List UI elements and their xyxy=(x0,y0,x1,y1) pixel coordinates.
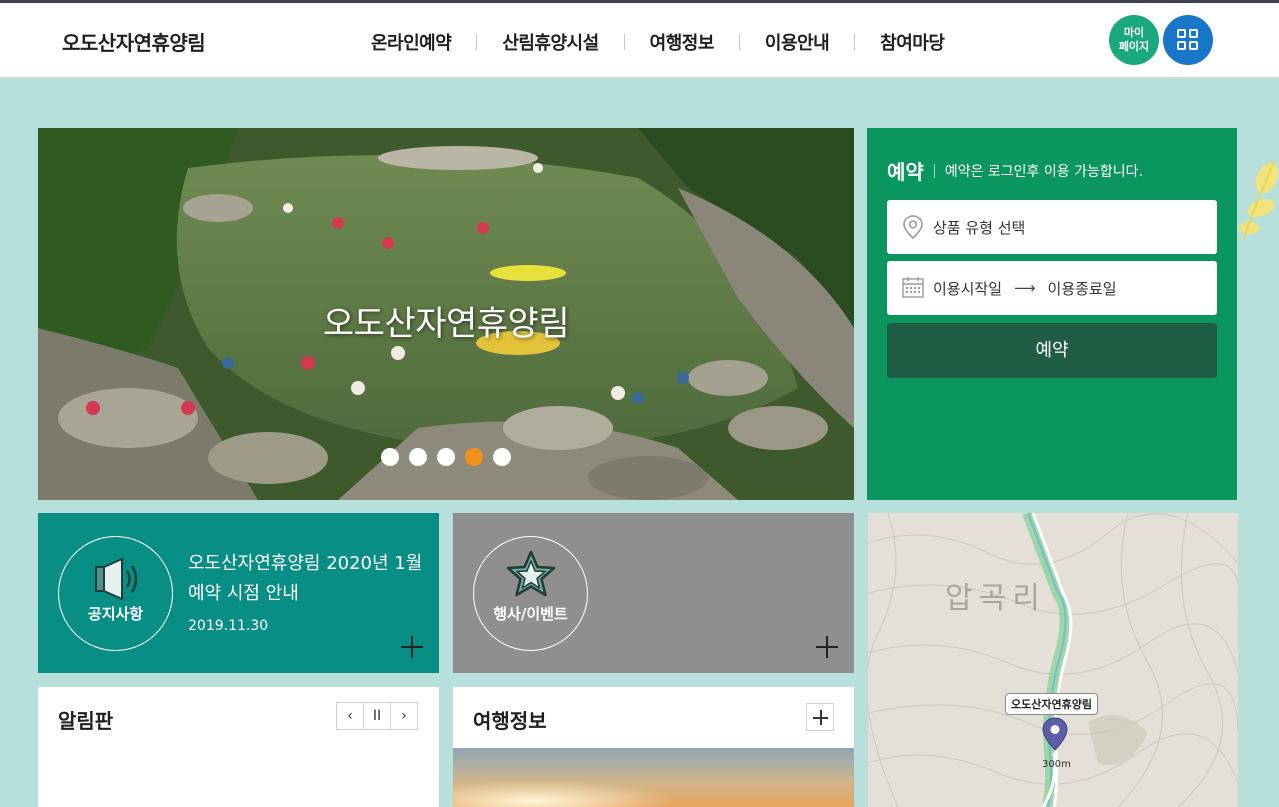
slide-dot-1[interactable] xyxy=(381,448,399,466)
travel-info-panel: 여행정보 xyxy=(453,687,854,807)
slide-dot-3[interactable] xyxy=(437,448,455,466)
reserve-submit-button[interactable]: 예약 xyxy=(887,323,1217,378)
travel-more-plus-icon[interactable] xyxy=(806,703,834,731)
bulletin-board-title: 알림판 xyxy=(58,709,114,733)
location-pin-icon xyxy=(901,214,925,244)
map-pin-icon[interactable] xyxy=(1042,717,1068,755)
hero-title: 오도산자연휴양림 xyxy=(322,304,570,344)
reservation-note: 예약은 로그인후 이용 가능합니다. xyxy=(944,163,1143,180)
map-area-label: 압곡리 xyxy=(945,581,1046,616)
nav-item-online-reservation[interactable]: 온라인예약 xyxy=(346,29,476,55)
star-icon xyxy=(505,549,557,603)
board-next-button[interactable]: › xyxy=(390,702,418,730)
map-pin-label: 오도산자연휴양림 xyxy=(1005,693,1098,715)
reservation-title: 예약 xyxy=(887,160,924,184)
map-scale: 300m xyxy=(1042,759,1071,770)
date-arrow: ⟶ xyxy=(1014,279,1036,297)
board-controls: ‹ II › xyxy=(336,702,418,730)
nav-item-travel-info[interactable]: 여행정보 xyxy=(625,29,739,55)
event-label: 행사/이벤트 xyxy=(493,605,568,623)
reservation-header: 예약 예약은 로그인후 이용 가능합니다. xyxy=(887,156,1143,185)
mypage-button[interactable]: 마이 페이지 xyxy=(1109,15,1159,65)
board-pause-button[interactable]: II xyxy=(363,702,391,730)
site-logo[interactable]: 오도산자연휴양림 xyxy=(62,27,206,56)
mypage-label-line1: 마이 xyxy=(1123,26,1145,39)
megaphone-icon xyxy=(94,557,144,605)
event-more-plus-icon[interactable] xyxy=(816,636,838,658)
notice-circle: 공지사항 xyxy=(58,536,173,651)
product-type-select[interactable]: 상품 유형 선택 xyxy=(887,200,1217,254)
nav-item-community[interactable]: 참여마당 xyxy=(855,29,969,55)
event-tile[interactable]: 행사/이벤트 xyxy=(453,513,854,673)
end-date-field[interactable]: 이용종료일 xyxy=(1048,278,1117,299)
calendar-icon xyxy=(901,275,925,303)
start-date-field[interactable]: 이용시작일 xyxy=(933,278,1002,299)
notice-date: 2019.11.30 xyxy=(188,618,269,634)
slide-pagination xyxy=(381,448,521,466)
bulletin-board: 알림판 ‹ II › xyxy=(38,687,439,807)
site-header: 오도산자연휴양림 온라인예약 산림휴양시설 여행정보 이용안내 참여마당 마이 … xyxy=(0,3,1279,78)
location-map[interactable]: 압곡리 오도산자연휴양림 300m xyxy=(868,513,1238,807)
reservation-panel: 예약 예약은 로그인후 이용 가능합니다. 상품 유형 선택 이용시작일 ⟶ 이… xyxy=(867,128,1237,500)
decorative-leaf xyxy=(1237,150,1279,250)
main-nav: 온라인예약 산림휴양시설 여행정보 이용안내 참여마당 xyxy=(346,29,969,55)
product-type-placeholder: 상품 유형 선택 xyxy=(933,218,1026,237)
notice-label: 공지사항 xyxy=(87,605,144,623)
travel-info-title: 여행정보 xyxy=(473,709,547,733)
event-circle: 행사/이벤트 xyxy=(473,536,588,651)
date-range-picker[interactable]: 이용시작일 ⟶ 이용종료일 xyxy=(887,261,1217,315)
reservation-divider xyxy=(933,163,935,178)
nav-item-usage-guide[interactable]: 이용안내 xyxy=(740,29,854,55)
travel-thumbnail-image[interactable] xyxy=(453,748,854,807)
slide-dot-5[interactable] xyxy=(493,448,511,466)
hero-slideshow[interactable]: 오도산자연휴양림 xyxy=(38,128,854,500)
all-menu-button[interactable] xyxy=(1163,15,1213,65)
mypage-label-line2: 페이지 xyxy=(1118,40,1150,53)
notice-headline[interactable]: 오도산자연휴양림 2020년 1월 예약 시점 안내 xyxy=(188,549,428,609)
notice-more-plus-icon[interactable] xyxy=(401,636,423,658)
slide-dot-4[interactable] xyxy=(465,448,483,466)
slide-dot-2[interactable] xyxy=(409,448,427,466)
notice-tile[interactable]: 공지사항 오도산자연휴양림 2020년 1월 예약 시점 안내 2019.11.… xyxy=(38,513,439,673)
nav-item-facilities[interactable]: 산림휴양시설 xyxy=(477,29,623,55)
board-prev-button[interactable]: ‹ xyxy=(336,702,364,730)
